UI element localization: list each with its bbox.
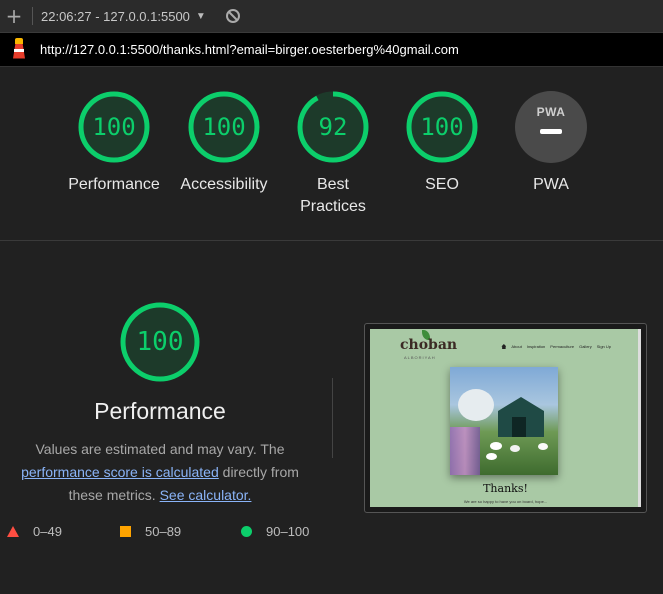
nav-item: Inspiration	[526, 344, 546, 349]
performance-description: Values are estimated and may vary. The p…	[4, 438, 316, 507]
nav-item: About	[511, 344, 522, 349]
desc-text: Values are estimated and may vary. The	[35, 441, 285, 457]
performance-title: Performance	[94, 398, 226, 424]
gauge-seo[interactable]: 100 SEO	[387, 90, 497, 196]
site-subtext: We are so happy to have you on board, ho…	[463, 499, 548, 504]
gauge-label: Performance	[68, 176, 160, 193]
site-nav: About Inspiration Permaculture Gallery S…	[501, 344, 611, 349]
add-report-button[interactable]: +	[0, 0, 28, 33]
gauge-ring: 92	[296, 90, 370, 164]
gauge-ring: 100	[405, 90, 479, 164]
gauge-best-practices[interactable]: 92 Best Practices	[278, 90, 388, 218]
circle-icon	[241, 526, 252, 537]
pwa-badge-icon: PWA	[515, 91, 587, 163]
pwa-badge-text: PWA	[536, 105, 566, 119]
home-icon	[501, 344, 507, 349]
score-gauges: 100 Performance 100 Accessibility 92 Bes…	[0, 68, 663, 241]
gauge-ring: 100	[187, 90, 261, 164]
gauge-score: 100	[420, 113, 464, 141]
legend-fail: 0–49	[7, 524, 62, 539]
nav-item: Sign Up	[596, 344, 611, 349]
toolbar-divider	[32, 7, 33, 25]
legend-fail-label: 0–49	[33, 524, 62, 539]
legend-average: 50–89	[120, 524, 181, 539]
legend-average-label: 50–89	[145, 524, 182, 539]
screenshot-content: choban ALBORIYAH About Inspiration Perma…	[370, 329, 641, 507]
square-icon	[120, 526, 131, 537]
gauge-label: SEO	[425, 176, 459, 193]
gauge-pwa[interactable]: PWA PWA	[496, 90, 606, 196]
see-calculator-link[interactable]: See calculator.	[160, 487, 252, 503]
gauge-label-line: Best	[316, 176, 349, 193]
report-selector-label: 22:06:27 - 127.0.0.1:5500	[41, 8, 190, 24]
divider	[332, 378, 333, 458]
legend-pass-label: 90–100	[266, 524, 310, 539]
clear-icon[interactable]	[225, 9, 240, 23]
nav-item: Permaculture	[550, 344, 575, 349]
legend-pass: 90–100	[241, 524, 309, 539]
gauge-label: Best Practices	[278, 174, 388, 218]
report-url[interactable]: http://127.0.0.1:5500/thanks.html?email=…	[40, 42, 459, 57]
score-legend: 0–49 50–89 90–100	[0, 524, 340, 542]
scrollbar	[638, 329, 641, 507]
performance-gauge: 100	[119, 301, 201, 383]
devtools-toolbar: + 22:06:27 - 127.0.0.1:5500 ▼	[0, 0, 663, 33]
gauge-ring: 100	[77, 90, 151, 164]
site-logo-sub: ALBORIYAH	[404, 355, 436, 360]
dash-icon	[540, 129, 562, 134]
gauge-label: PWA	[533, 176, 569, 193]
gauge-score: 100	[202, 113, 246, 141]
performance-score: 100	[136, 327, 184, 357]
nav-item: Gallery	[579, 344, 592, 349]
page-screenshot-thumbnail[interactable]: choban ALBORIYAH About Inspiration Perma…	[364, 323, 647, 513]
barn-image	[450, 367, 558, 475]
chevron-down-icon: ▼	[195, 10, 206, 22]
gauge-performance[interactable]: 100 Performance	[59, 90, 169, 196]
site-logo: choban	[400, 337, 458, 353]
gauge-label: Accessibility	[180, 176, 268, 193]
gauge-score: 92	[318, 113, 348, 141]
performance-score-link[interactable]: performance score is calculated	[21, 464, 219, 480]
lighthouse-icon	[10, 37, 28, 62]
report-url-bar: http://127.0.0.1:5500/thanks.html?email=…	[0, 33, 663, 67]
report-selector[interactable]: 22:06:27 - 127.0.0.1:5500 ▼	[41, 9, 206, 24]
gauge-label-line: Practices	[300, 198, 366, 215]
gauge-accessibility[interactable]: 100 Accessibility	[169, 90, 279, 196]
gauge-score: 100	[92, 113, 136, 141]
triangle-icon	[7, 526, 19, 537]
site-heading: Thanks!	[483, 482, 528, 495]
